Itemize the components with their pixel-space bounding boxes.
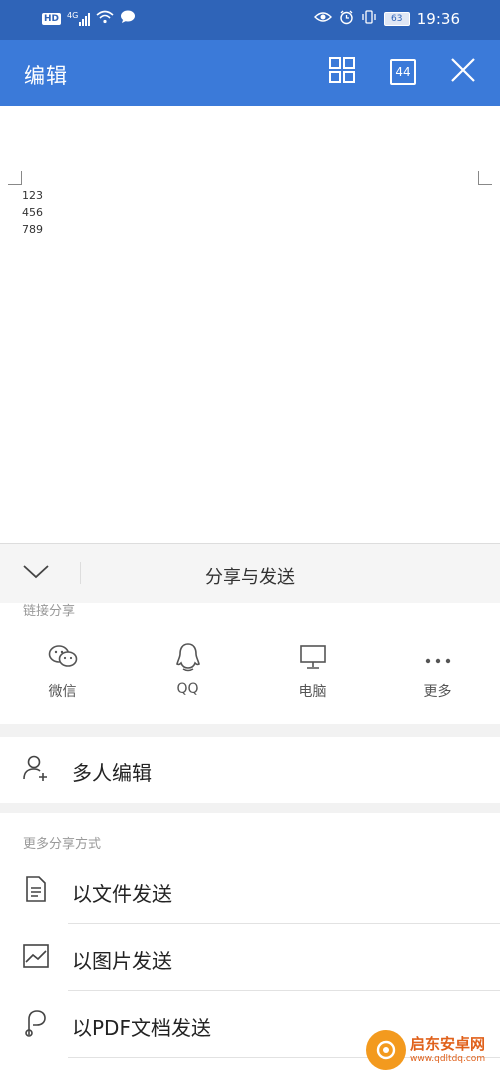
share-panel-title: 分享与发送 — [205, 567, 295, 588]
vibrate-icon — [361, 10, 377, 28]
collapse-button[interactable] — [22, 561, 50, 585]
page-count-button[interactable]: 44 — [388, 57, 418, 87]
add-user-icon — [22, 754, 50, 786]
watermark-name: 启东安卓网 — [410, 1035, 486, 1053]
close-button[interactable] — [448, 57, 478, 87]
margin-corner-top-right — [478, 171, 492, 185]
document-line: 789 — [22, 223, 43, 236]
page-count: 44 — [390, 59, 416, 85]
eye-icon — [313, 11, 332, 27]
watermark-url: www.qdltdq.com — [410, 1054, 486, 1064]
grid-icon — [328, 56, 356, 88]
share-item-label: 更多 — [423, 684, 452, 700]
link-share-label: 链接分享 — [23, 604, 76, 619]
share-item-label: 电脑 — [298, 684, 327, 700]
share-item-label: 微信 — [48, 684, 77, 700]
wifi-icon — [96, 10, 114, 28]
status-bar: HD 4G 63 19:36 — [0, 0, 500, 40]
row-divider — [68, 990, 500, 991]
row-divider — [68, 923, 500, 924]
header-divider — [80, 562, 81, 584]
document-line: 123 — [22, 189, 43, 202]
share-more-button[interactable]: 更多 — [375, 643, 500, 701]
section-gap — [0, 803, 500, 813]
grid-view-button[interactable] — [327, 57, 357, 87]
wechat-icon — [48, 644, 78, 674]
send-as-image-item[interactable]: 以图片发送 — [0, 925, 500, 991]
close-icon — [449, 56, 477, 88]
image-icon — [22, 943, 50, 973]
status-left: HD 4G — [42, 10, 136, 28]
pdf-icon — [23, 1009, 49, 1041]
site-watermark: 启东安卓网 www.qdltdq.com — [366, 1016, 500, 1084]
share-panel-header: 分享与发送 — [0, 543, 500, 603]
watermark-logo-icon — [366, 1030, 406, 1070]
share-computer-button[interactable]: 电脑 — [250, 643, 375, 701]
network-type: 4G — [67, 11, 79, 20]
page-title: 编辑 — [24, 64, 68, 88]
file-icon — [24, 875, 48, 907]
status-right: 63 19:36 — [313, 10, 460, 29]
multi-edit-label: 多人编辑 — [72, 761, 152, 785]
share-item-label: QQ — [176, 681, 199, 697]
multi-edit-item[interactable]: 多人编辑 — [0, 737, 500, 803]
status-time: 19:36 — [416, 10, 460, 28]
hd-badge: HD — [42, 13, 62, 25]
more-icon — [424, 650, 452, 669]
chevron-down-icon — [23, 564, 49, 583]
send-as-image-label: 以图片发送 — [72, 949, 172, 973]
chat-notification-icon — [120, 10, 136, 28]
monitor-icon — [299, 644, 327, 674]
margin-corner-top-left — [8, 171, 22, 185]
send-as-pdf-label: 以PDF文档发送 — [72, 1016, 211, 1040]
more-share-label: 更多分享方式 — [23, 837, 102, 852]
share-qq-button[interactable]: QQ — [125, 643, 250, 697]
section-gap — [0, 724, 500, 737]
qq-icon — [175, 642, 201, 676]
share-wechat-button[interactable]: 微信 — [0, 643, 125, 701]
signal-icon: 4G — [67, 11, 91, 26]
alarm-icon — [339, 10, 354, 29]
app-bar: 编辑 44 — [0, 40, 500, 106]
document-line: 456 — [22, 206, 43, 219]
send-as-file-label: 以文件发送 — [72, 882, 172, 906]
document-canvas[interactable]: 123 456 789 — [0, 106, 500, 543]
link-share-row: 微信 QQ 电脑 更多 — [0, 643, 500, 723]
document-text[interactable]: 123 456 789 — [22, 187, 43, 238]
send-as-file-item[interactable]: 以文件发送 — [0, 858, 500, 924]
battery-indicator: 63 — [383, 12, 410, 26]
